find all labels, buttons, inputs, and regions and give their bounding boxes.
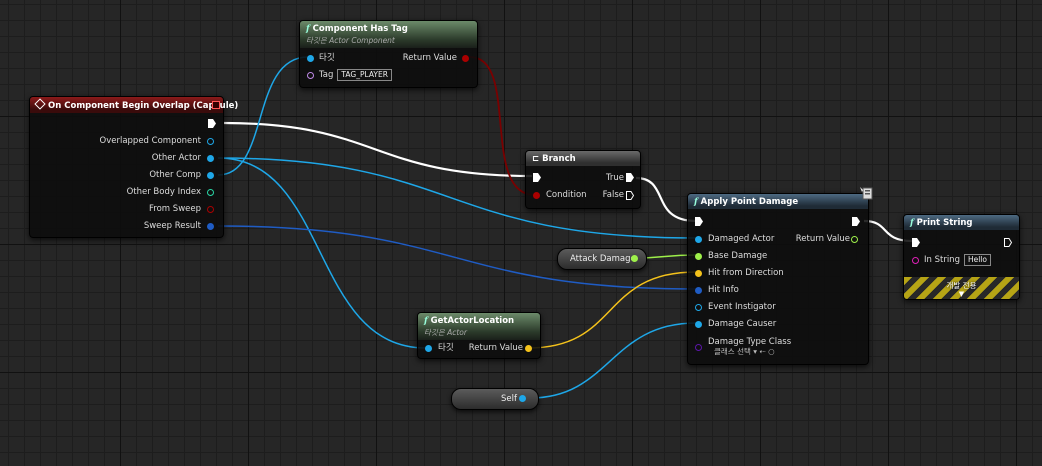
in-string-pin[interactable]: [912, 257, 919, 264]
pin-label-sweep-result: Sweep Result: [143, 221, 201, 231]
branch-icon: ⊏: [532, 154, 540, 164]
in-string-input[interactable]: Hello: [963, 254, 991, 266]
branch-title: Branch: [542, 154, 576, 164]
apply-exec-out-pin[interactable]: [852, 217, 860, 226]
tag-value-input[interactable]: TAG_PLAYER: [337, 69, 392, 81]
print-string-node[interactable]: f Print String In String Hello 개발 전용 ▼: [903, 214, 1020, 300]
tag-label-text: Tag: [319, 70, 334, 80]
pin-label-overlapped-component: Overlapped Component: [99, 136, 201, 146]
self-label: Self: [501, 394, 517, 404]
has-tag-return-label: Return Value: [402, 53, 457, 63]
other-actor-pin[interactable]: [207, 155, 214, 162]
apply-damage-title: Apply Point Damage: [700, 197, 799, 207]
apply-return-label: Return Value: [795, 234, 850, 244]
attack-damage-label: Attack Damage: [570, 254, 636, 264]
hit-info-pin[interactable]: [695, 287, 702, 294]
overlapped-component-pin[interactable]: [207, 138, 214, 145]
event-instigator-label: Event Instigator: [708, 302, 776, 312]
in-string-label: In String Hello: [924, 254, 991, 266]
branch-node[interactable]: ⊏ Branch Condition True False: [525, 150, 641, 209]
branch-exec-in-pin[interactable]: [533, 173, 541, 182]
branch-header[interactable]: ⊏ Branch: [526, 151, 640, 166]
function-icon: f: [694, 197, 698, 207]
blueprint-graph-canvas[interactable]: On Component Begin Overlap (Capsule) Ove…: [0, 0, 1042, 466]
self-pin[interactable]: [519, 395, 526, 402]
attack-damage-variable-node[interactable]: Attack Damage: [557, 248, 647, 270]
damaged-actor-pin[interactable]: [695, 236, 702, 243]
hit-info-label: Hit Info: [708, 285, 739, 295]
other-comp-pin[interactable]: [207, 172, 214, 179]
class-select-dropdown[interactable]: 클래스 선택 ▾ ⇠ ○: [714, 346, 775, 358]
apply-return-pin[interactable]: [851, 236, 858, 243]
has-tag-title: Component Has Tag: [312, 24, 408, 34]
attack-damage-pin[interactable]: [631, 255, 638, 262]
pin-label-from-sweep: From Sweep: [149, 204, 201, 214]
exec-out-pin[interactable]: [208, 119, 216, 128]
damaged-actor-label: Damaged Actor: [708, 234, 775, 244]
damage-causer-pin[interactable]: [695, 321, 702, 328]
has-tag-subtitle: 타깃은 Actor Component: [306, 36, 395, 45]
component-has-tag-node[interactable]: f Component Has Tag 타깃은 Actor Component 타…: [299, 20, 478, 88]
obj-wire-othercomp-target: [217, 56, 309, 176]
branch-condition-label: Condition: [546, 190, 587, 200]
apply-exec-in-pin[interactable]: [695, 217, 703, 226]
branch-true-pin[interactable]: [626, 173, 634, 182]
chevron-down-icon: ▾ ⇠ ○: [750, 347, 775, 356]
print-exec-out-pin[interactable]: [1004, 238, 1012, 247]
has-tag-header[interactable]: f Component Has Tag 타깃은 Actor Component: [300, 21, 477, 48]
base-damage-pin[interactable]: [695, 253, 702, 260]
print-string-title: Print String: [916, 218, 973, 228]
class-select-text: 클래스 선택: [714, 347, 751, 356]
base-damage-label: Base Damage: [708, 251, 768, 261]
event-node-title: On Component Begin Overlap (Capsule): [48, 101, 239, 111]
apply-damage-header[interactable]: f Apply Point Damage: [688, 194, 868, 209]
get-location-target-label: 타깃: [438, 343, 454, 353]
function-icon: f: [424, 316, 428, 326]
self-reference-node[interactable]: Self: [451, 388, 539, 410]
tag-label: Tag TAG_PLAYER: [319, 69, 392, 81]
branch-true-label: True: [605, 173, 624, 183]
event-node-begin-overlap[interactable]: On Component Begin Overlap (Capsule) Ove…: [29, 96, 238, 238]
has-tag-return-pin[interactable]: [462, 55, 469, 62]
print-exec-in-pin[interactable]: [912, 238, 920, 247]
server-authority-icon: [860, 185, 874, 200]
vector-wire-loc-hitdir: [527, 271, 697, 349]
hit-from-direction-label: Hit from Direction: [708, 268, 784, 278]
branch-false-label: False: [602, 190, 624, 200]
expand-arrow-icon[interactable]: ▼: [904, 290, 1019, 298]
pin-label-other-actor: Other Actor: [151, 153, 201, 163]
pin-label-other-body-index: Other Body Index: [126, 187, 201, 197]
get-location-header[interactable]: f GetActorLocation 타깃은 Actor: [418, 313, 540, 340]
get-location-return-label: Return Value: [468, 343, 523, 353]
get-actor-location-node[interactable]: f GetActorLocation 타깃은 Actor 타깃 Return Va…: [417, 312, 541, 359]
print-string-header[interactable]: f Print String: [904, 215, 1019, 230]
sweep-result-pin[interactable]: [207, 223, 214, 230]
damage-type-class-pin[interactable]: [695, 344, 702, 351]
obj-wire-self-causer: [529, 322, 697, 399]
event-instigator-pin[interactable]: [695, 304, 702, 311]
delegate-pin-icon[interactable]: [212, 101, 220, 109]
get-location-target-pin[interactable]: [425, 345, 432, 352]
get-location-return-pin[interactable]: [525, 345, 532, 352]
has-tag-target-pin[interactable]: [307, 55, 314, 62]
other-body-index-pin[interactable]: [207, 189, 214, 196]
from-sweep-pin[interactable]: [207, 206, 214, 213]
branch-condition-pin[interactable]: [533, 192, 540, 199]
event-diamond-icon: [34, 98, 46, 110]
apply-point-damage-node[interactable]: f Apply Point Damage Damaged Actor Return…: [687, 193, 869, 365]
get-location-title: GetActorLocation: [430, 316, 515, 326]
hit-from-direction-pin[interactable]: [695, 270, 702, 277]
event-node-header[interactable]: On Component Begin Overlap (Capsule): [30, 97, 238, 113]
damage-causer-label: Damage Causer: [708, 319, 777, 329]
obj-wire-otheractor-getloc: [217, 157, 427, 349]
get-location-subtitle: 타깃은 Actor: [424, 328, 467, 337]
exec-wire-event-branch: [223, 121, 533, 178]
pin-label-other-comp: Other Comp: [149, 170, 201, 180]
function-icon: f: [306, 24, 310, 34]
tag-name-pin[interactable]: [307, 72, 314, 79]
function-icon: f: [910, 218, 914, 228]
in-string-label-text: In String: [924, 255, 960, 265]
has-tag-target-label: 타깃: [319, 53, 335, 63]
branch-false-pin[interactable]: [626, 191, 634, 200]
